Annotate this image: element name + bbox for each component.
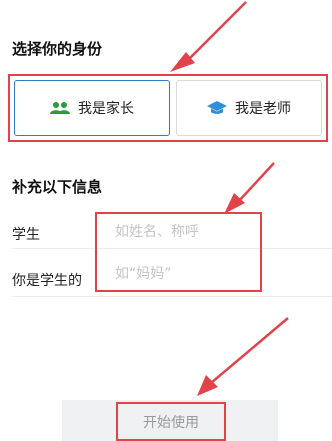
role-parent-button[interactable]: 我是家长 xyxy=(14,80,170,136)
role-parent-label: 我是家长 xyxy=(78,101,134,117)
arrow-fields xyxy=(224,162,275,214)
start-button[interactable]: 开始使用 xyxy=(116,402,226,441)
role-teacher-button[interactable]: 我是老师 xyxy=(176,80,322,136)
arrow-role xyxy=(170,1,247,72)
info-section-title: 补充以下信息 xyxy=(12,178,103,196)
group-icon xyxy=(50,101,70,115)
role-teacher-label: 我是老师 xyxy=(235,101,291,117)
relation-input[interactable] xyxy=(115,266,255,282)
role-selector-highlight: 我是家长 我是老师 xyxy=(8,74,328,142)
divider xyxy=(12,296,332,297)
student-name-input[interactable] xyxy=(115,224,255,240)
student-label: 学生 xyxy=(12,227,40,243)
graduation-cap-icon xyxy=(207,100,227,116)
info-fields-highlight xyxy=(95,212,262,292)
role-section-title: 选择你的身份 xyxy=(12,40,103,58)
relation-label: 你是学生的 xyxy=(12,273,82,289)
arrow-start xyxy=(197,317,289,396)
